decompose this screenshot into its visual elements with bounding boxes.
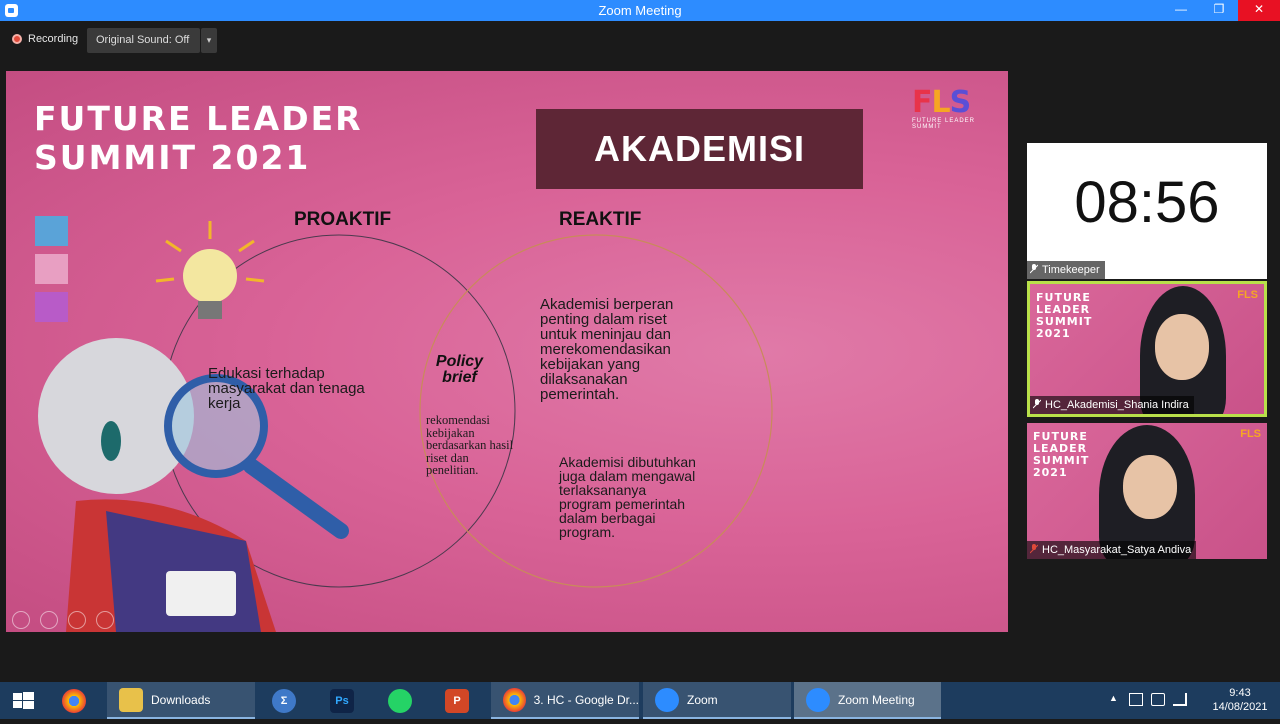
- taskbar-sigma[interactable]: Σ: [260, 682, 310, 719]
- clock-time: 9:43: [1229, 687, 1251, 699]
- notification-icon[interactable]: [1129, 693, 1143, 706]
- powerpoint-icon: P: [445, 688, 469, 713]
- taskbar-zoom[interactable]: Zoom: [643, 682, 791, 719]
- system-tray: ▲ 9:43 14/08/2021: [1105, 682, 1280, 719]
- slide-controls: [12, 611, 114, 629]
- whatsapp-icon: [388, 688, 412, 713]
- taskbar-downloads[interactable]: Downloads: [107, 682, 255, 719]
- timer-display: 08:56: [1074, 170, 1220, 235]
- clock-date: 14/08/2021: [1212, 701, 1268, 713]
- participant-label: HC_Masyarakat_Satya Andiva: [1027, 541, 1197, 559]
- venn-diagram: [38, 221, 773, 632]
- taskbar-label: Zoom: [687, 692, 718, 707]
- taskbar-clock[interactable]: 9:43 14/08/2021: [1210, 686, 1270, 714]
- slide-prev-icon[interactable]: [12, 611, 30, 629]
- policy-line2: brief: [442, 369, 477, 386]
- close-button[interactable]: ✕: [1238, 0, 1280, 21]
- taskbar-chrome-drive[interactable]: 3. HC - Google Dr...: [491, 682, 639, 719]
- battery-icon[interactable]: [1151, 693, 1165, 706]
- start-button[interactable]: [0, 682, 48, 719]
- wifi-icon[interactable]: [1173, 693, 1187, 706]
- participant-name: HC_Akademisi_Shania Indira: [1045, 399, 1189, 411]
- original-sound-button[interactable]: Original Sound: Off: [87, 28, 200, 53]
- policy-brief-text: rekomendasi kebijakan berdasarkan hasil …: [426, 413, 514, 477]
- meeting-area: Recording Original Sound: Off ▾ FUTURE L…: [0, 21, 1280, 682]
- participant-face: [1155, 314, 1209, 380]
- windows-logo-icon: [13, 692, 34, 709]
- recording-indicator[interactable]: Recording: [12, 33, 78, 45]
- mic-muted-icon: [1033, 399, 1041, 409]
- sigma-icon: Σ: [272, 688, 296, 713]
- original-sound-dropdown[interactable]: ▾: [201, 28, 217, 53]
- record-icon: [12, 34, 22, 44]
- taskbar-label: Zoom Meeting: [838, 692, 915, 707]
- policy-line1: Policy: [435, 353, 484, 370]
- minimize-button[interactable]: —: [1166, 0, 1196, 21]
- chrome-icon: [503, 687, 526, 712]
- shared-screen-slide: FUTURE LEADER SUMMIT 2021 AKADEMISI FLS …: [6, 71, 1008, 632]
- tile-logo: FLS: [1237, 289, 1258, 301]
- photoshop-icon: Ps: [330, 688, 354, 713]
- participant-video-tile[interactable]: FUTURE LEADER SUMMIT 2021 FLS HC_Masyara…: [1027, 423, 1267, 559]
- reaktif-text-1: Akademisi berperan penting dalam riset u…: [540, 296, 674, 403]
- slide-grid-icon[interactable]: [96, 611, 114, 629]
- folder-icon: [119, 687, 143, 712]
- slide-pen-icon[interactable]: [68, 611, 86, 629]
- participant-label: Timekeeper: [1027, 261, 1105, 279]
- taskbar-zoom-meeting[interactable]: Zoom Meeting: [794, 682, 941, 719]
- tile-slide-title: FUTURE LEADER SUMMIT 2021: [1036, 291, 1093, 340]
- taskbar-label: Downloads: [151, 692, 211, 707]
- lightbulb-icon: [155, 221, 265, 319]
- mic-muted-icon: [1030, 264, 1038, 274]
- window-titlebar: Zoom Meeting — ❐ ✕: [0, 0, 1280, 21]
- zoom-icon: [655, 687, 679, 712]
- window-title: Zoom Meeting: [598, 3, 682, 18]
- participant-name: Timekeeper: [1042, 264, 1100, 276]
- mic-muted-icon: [1030, 544, 1038, 554]
- taskbar-whatsapp[interactable]: [376, 682, 426, 719]
- taskbar-photoshop[interactable]: Ps: [318, 682, 368, 719]
- policy-brief-heading: Policy brief: [422, 354, 497, 386]
- taskbar-label: 3. HC - Google Dr...: [533, 692, 639, 707]
- restore-button[interactable]: ❐: [1204, 0, 1234, 21]
- slide-next-icon[interactable]: [40, 611, 58, 629]
- recording-label: Recording: [28, 33, 79, 45]
- participant-label: HC_Akademisi_Shania Indira: [1030, 396, 1194, 414]
- reaktif-text-2: Akademisi dibutuhkan juga dalam mengawal…: [559, 454, 696, 540]
- tile-logo: FLS: [1240, 428, 1261, 440]
- taskbar-powerpoint[interactable]: P: [433, 682, 483, 719]
- participant-name: HC_Masyarakat_Satya Andiva: [1042, 544, 1192, 556]
- participant-video-tile[interactable]: FUTURE LEADER SUMMIT 2021 FLS HC_Akademi…: [1027, 281, 1267, 417]
- participant-face: [1123, 455, 1177, 519]
- chrome-icon: [62, 688, 86, 713]
- proaktif-text: Edukasi terhadap masyarakat dan tenaga k…: [208, 365, 365, 412]
- tray-expand-icon[interactable]: ▲: [1109, 693, 1118, 703]
- proaktif-heading: PROAKTIF: [294, 209, 392, 230]
- taskbar-chrome[interactable]: [50, 682, 100, 719]
- zoom-icon: [806, 687, 830, 712]
- reaktif-heading: REAKTIF: [559, 209, 642, 230]
- timekeeper-tile[interactable]: 08:56 Timekeeper: [1027, 143, 1267, 279]
- windows-taskbar: Downloads Σ Ps P 3. HC - Google Dr... Zo…: [0, 682, 1280, 719]
